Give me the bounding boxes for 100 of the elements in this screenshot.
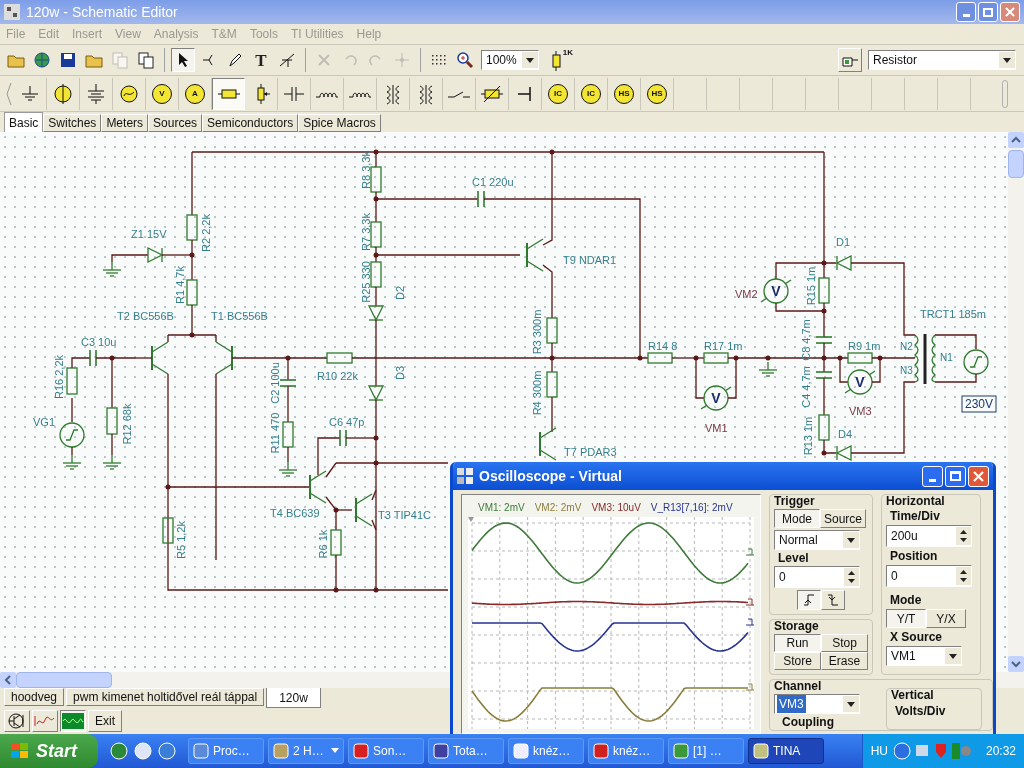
component-label: R12 68k [121, 403, 133, 445]
level-spinner[interactable]: 0 [774, 566, 860, 588]
component-label: R9 1m [848, 340, 881, 352]
minimize-button[interactable] [956, 2, 976, 22]
toolbar-button[interactable]: T [249, 48, 273, 72]
zoom-dropdown[interactable]: 100% [481, 50, 539, 70]
toolbar-button[interactable]: 1K [549, 47, 575, 73]
channel-dropdown[interactable]: VM3 [774, 694, 860, 714]
time-div-spinner[interactable]: 200u [886, 525, 972, 547]
quick-launch-icon[interactable] [110, 742, 128, 760]
component-label: R7 3,3k [360, 213, 372, 251]
component-label: R25 330 [360, 261, 372, 303]
scope-mode-button[interactable] [60, 710, 86, 732]
close-button[interactable] [968, 465, 989, 487]
channel-scale-label: V_R13[7,16]: 2mV [650, 503, 733, 513]
storage-button[interactable]: Run [774, 634, 821, 652]
taskbar-button[interactable]: TINA [748, 738, 824, 764]
taskbar-button[interactable]: Proc… [188, 738, 264, 764]
component-dropdown[interactable]: Resistor [868, 50, 1016, 70]
field-label: Mode [889, 594, 923, 606]
palette-button[interactable]: V [146, 77, 179, 110]
group-title: Storage [774, 620, 820, 632]
component-label: Z1 15V [131, 228, 167, 240]
analysis-mode-button[interactable] [32, 710, 58, 732]
taskbar-button[interactable]: Son… [348, 738, 424, 764]
document-tab[interactable]: hoodveg [4, 688, 65, 706]
chip-icon: HS [614, 83, 634, 104]
quick-launch-icon[interactable] [134, 742, 152, 760]
scroll-left-icon[interactable] [0, 672, 16, 688]
component-label: C2 100u [269, 362, 281, 404]
x-source-dropdown[interactable]: VM1 [886, 646, 962, 666]
zoom-icon [456, 51, 474, 69]
component-tab[interactable]: Sources [148, 114, 203, 132]
trigger-option-button[interactable]: Mode [774, 509, 820, 528]
chip-icon: IC [581, 83, 601, 104]
taskbar-button[interactable]: 2 H… [268, 738, 344, 764]
palette-button[interactable]: IC [575, 77, 608, 110]
trigger-option-button[interactable]: Source [820, 509, 866, 528]
taskbar-button[interactable]: knéz… [588, 738, 664, 764]
component-label: N1 [940, 352, 953, 363]
component-label: D4 [838, 428, 853, 440]
trigger-mode-dropdown[interactable]: Normal [774, 530, 860, 550]
field-label: Position [889, 550, 939, 562]
schematic-mode-button[interactable] [4, 710, 30, 732]
transistor-icon [7, 712, 27, 730]
vertical-scrollbar[interactable] [1008, 132, 1024, 672]
channel-scale-label: VM1: 2mV [478, 503, 525, 513]
palette-button[interactable] [212, 77, 245, 110]
taskbar-button[interactable]: Tota… [428, 738, 504, 764]
group-title: Channel [774, 680, 823, 692]
document-tab[interactable]: pwm kimenet holtidővel reál táppal [66, 688, 265, 706]
component-label: R1 4,7k [174, 266, 186, 304]
program-icon [593, 743, 609, 759]
meter-label: VM3 [849, 405, 872, 417]
palette-button[interactable]: HS [608, 77, 641, 110]
component-tab[interactable]: Spice Macros [298, 114, 381, 132]
program-icon [753, 743, 769, 759]
component-label: D3 [394, 365, 406, 381]
field-label: Coupling [781, 716, 835, 728]
component-tab[interactable]: Basic [4, 112, 44, 132]
component-label: R11 470 [269, 412, 281, 454]
exit-button[interactable]: Exit [88, 710, 122, 732]
position-spinner[interactable]: 0 [886, 565, 972, 587]
line-tool-icon [278, 52, 296, 68]
clock: 20:32 [985, 743, 1016, 760]
component-tab[interactable]: Meters [101, 114, 149, 132]
spinner-arrows-icon [956, 567, 971, 585]
component-label: T3 TIP41C [378, 509, 431, 521]
axis-toggle[interactable]: Y/X [926, 609, 966, 628]
minimize-button[interactable] [922, 465, 943, 487]
quick-launch-icon[interactable] [158, 742, 176, 760]
close-button[interactable] [1000, 2, 1020, 22]
axis-toggle[interactable]: Y/T [886, 609, 926, 628]
palette-button[interactable]: HS [641, 77, 674, 110]
scroll-thumb[interactable] [16, 672, 112, 688]
component-label: R17 1m [704, 340, 743, 352]
palette-button[interactable]: IC [542, 77, 575, 110]
trigger-edge-button[interactable] [797, 590, 821, 610]
start-button[interactable]: Start [0, 734, 98, 768]
copy-icon [137, 51, 155, 69]
scroll-down-icon[interactable] [1008, 656, 1024, 672]
restore-button[interactable] [978, 2, 998, 22]
meter-symbol: V [711, 390, 721, 406]
storage-button[interactable]: Stop [821, 634, 868, 652]
taskbar-button[interactable]: knéz… [508, 738, 584, 764]
taskbar-button[interactable]: [1] … [668, 738, 744, 764]
component-label: C6 47p [329, 416, 365, 428]
maximize-button[interactable] [945, 465, 966, 487]
component-tab[interactable]: Switches [43, 114, 102, 132]
window-title: 120w - Schematic Editor [26, 2, 178, 22]
battery-icon [85, 82, 107, 105]
scroll-thumb[interactable] [1008, 150, 1024, 178]
component-label: T9 NDAR1 [563, 254, 617, 266]
scroll-up-icon[interactable] [1008, 132, 1024, 148]
component-label: T1 BC556B [211, 310, 268, 322]
toolbar-button[interactable] [171, 48, 195, 72]
storage-button[interactable]: Store [774, 652, 821, 670]
document-tab[interactable]: 120w [266, 688, 321, 708]
component-tab[interactable]: Semiconductors [202, 114, 299, 132]
storage-button[interactable]: Erase [821, 652, 868, 670]
